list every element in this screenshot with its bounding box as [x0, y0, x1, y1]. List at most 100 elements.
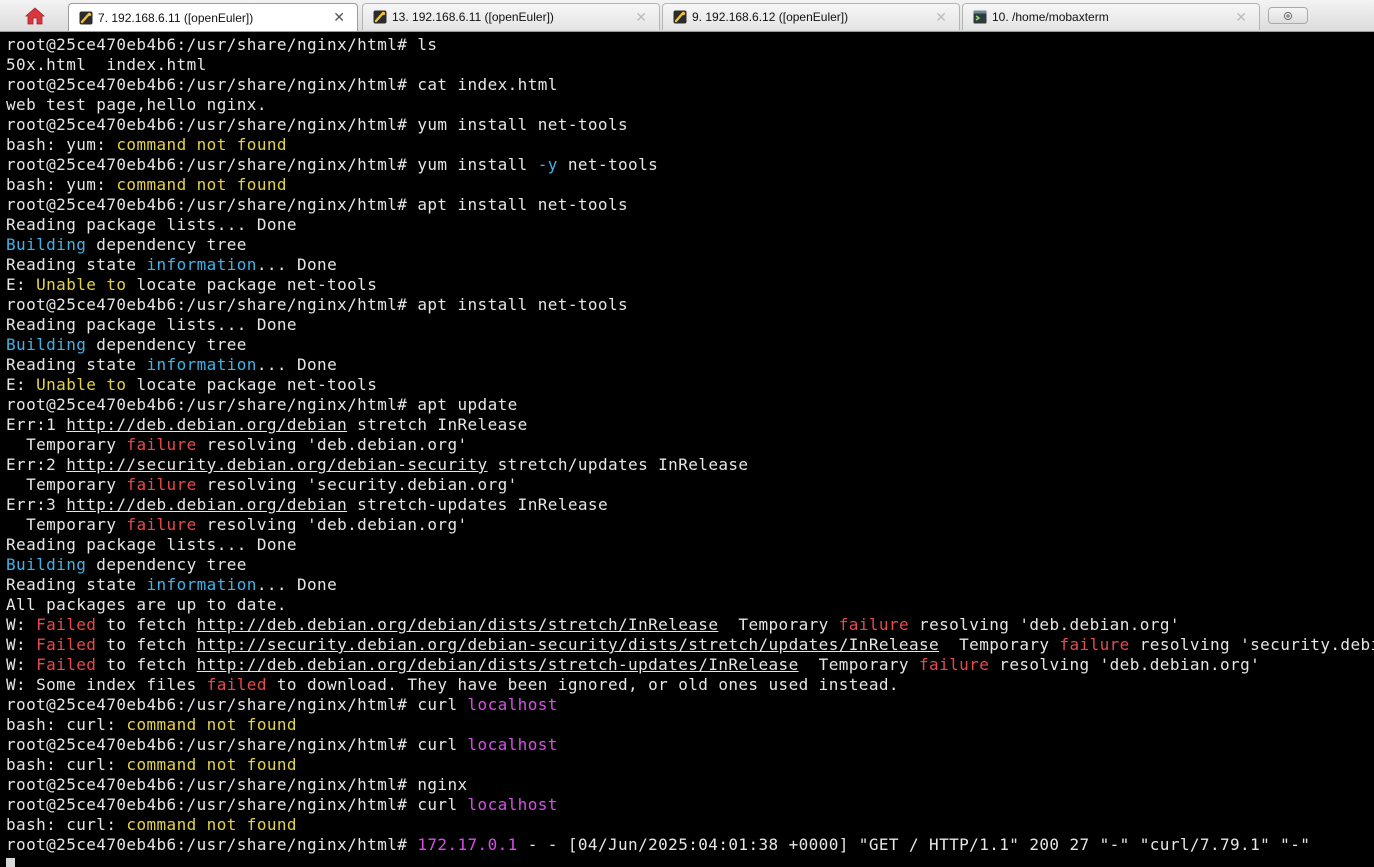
terminal-text: ... Done — [256, 355, 338, 374]
terminal-text: web test page,hello nginx. — [6, 95, 267, 114]
terminal-line: root@25ce470eb4b6:/usr/share/nginx/html#… — [6, 795, 558, 815]
terminal-line: root@25ce470eb4b6:/usr/share/nginx/html#… — [6, 35, 437, 55]
terminal-line: root@25ce470eb4b6:/usr/share/nginx/html#… — [6, 735, 558, 755]
terminal-text: Building — [6, 235, 87, 254]
terminal-text: bash: curl: — [6, 755, 127, 774]
terminal-text: Failed — [36, 635, 97, 654]
terminal-output[interactable]: root@25ce470eb4b6:/usr/share/nginx/html#… — [0, 32, 1374, 867]
terminal-text: W: Some index files — [6, 675, 207, 694]
terminal-text: root@25ce470eb4b6:/usr/share/nginx/html#… — [6, 195, 629, 214]
terminal-text: information — [146, 255, 257, 274]
terminal-text: Unable to — [36, 375, 127, 394]
terminal-text: Reading package lists... Done — [6, 535, 297, 554]
terminal-line: W: Failed to fetch http://deb.debian.org… — [6, 655, 1260, 675]
terminal-text: root@25ce470eb4b6:/usr/share/nginx/html#… — [6, 795, 468, 814]
terminal-text: Building — [6, 555, 87, 574]
new-tab-icon — [1283, 11, 1293, 20]
tab-label: 10. /home/mobaxterm — [992, 10, 1109, 24]
terminal-line — [6, 855, 15, 867]
terminal-text: ... Done — [256, 255, 338, 274]
terminal-text: Reading state — [6, 355, 147, 374]
terminal-text: Failed — [36, 615, 97, 634]
terminal-line: Temporary failure resolving 'deb.debian.… — [6, 435, 468, 455]
terminal-line: bash: yum: command not found — [6, 175, 287, 195]
terminal-text: Err:1 — [6, 415, 67, 434]
terminal-line: Err:2 http://security.debian.org/debian-… — [6, 455, 748, 475]
new-tab-button[interactable] — [1268, 7, 1308, 24]
terminal-text: root@25ce470eb4b6:/usr/share/nginx/html# — [6, 835, 418, 854]
terminal-text: root@25ce470eb4b6:/usr/share/nginx/html#… — [6, 75, 558, 94]
terminal-text: Temporary — [6, 475, 127, 494]
tab-local-terminal-10[interactable]: 10. /home/mobaxterm ✕ — [962, 3, 1260, 30]
terminal-text: to fetch — [96, 635, 197, 654]
terminal-line: Temporary failure resolving 'security.de… — [6, 475, 518, 495]
terminal-text: Temporary — [939, 635, 1060, 654]
tab-label: 9. 192.168.6.12 ([openEuler]) — [692, 10, 849, 24]
terminal-link[interactable]: http://deb.debian.org/debian — [66, 495, 347, 514]
home-icon — [25, 6, 45, 24]
terminal-text: stretch/updates InRelease — [487, 455, 749, 474]
terminal-text: command not found — [126, 715, 297, 734]
terminal-line: Err:1 http://deb.debian.org/debian stret… — [6, 415, 528, 435]
terminal-link[interactable]: http://deb.debian.org/debian — [66, 415, 347, 434]
close-icon[interactable]: ✕ — [935, 9, 947, 26]
text-cursor — [6, 858, 15, 867]
tab-session-9[interactable]: 9. 192.168.6.12 ([openEuler]) ✕ — [662, 3, 960, 30]
terminal-text: resolving 'security.debian.org' — [196, 475, 518, 494]
terminal-text: Temporary — [798, 655, 920, 674]
tab-session-7[interactable]: 7. 192.168.6.11 ([openEuler]) ✕ — [68, 3, 358, 31]
terminal-line: E: Unable to locate package net-tools — [6, 275, 377, 295]
close-icon[interactable]: ✕ — [1235, 9, 1247, 26]
terminal-text: failure — [126, 475, 197, 494]
terminal-text: dependency tree — [86, 335, 247, 354]
terminal-text: failure — [1059, 635, 1130, 654]
terminal-text: Reading package lists... Done — [6, 215, 297, 234]
terminal-line: root@25ce470eb4b6:/usr/share/nginx/html#… — [6, 115, 628, 135]
terminal-text: bash: curl: — [6, 715, 127, 734]
terminal-line: root@25ce470eb4b6:/usr/share/nginx/html#… — [6, 195, 628, 215]
close-icon[interactable]: ✕ — [333, 9, 345, 26]
close-icon[interactable]: ✕ — [635, 9, 647, 26]
terminal-line: Reading package lists... Done — [6, 215, 297, 235]
terminal-line: bash: curl: command not found — [6, 815, 297, 835]
terminal-text: 172.17.0.1 — [417, 835, 518, 854]
terminal-line: W: Failed to fetch http://security.debia… — [6, 635, 1374, 655]
terminal-text: stretch-updates InRelease — [347, 495, 608, 514]
terminal-text: information — [146, 575, 257, 594]
terminal-text: failure — [919, 655, 990, 674]
terminal-link[interactable]: http://deb.debian.org/debian/dists/stret… — [197, 655, 799, 674]
tab-session-13[interactable]: 13. 192.168.6.11 ([openEuler]) ✕ — [362, 3, 660, 30]
terminal-link[interactable]: http://deb.debian.org/debian/dists/stret… — [197, 615, 719, 634]
terminal-text: Temporary — [6, 515, 127, 534]
terminal-text: Err:3 — [6, 495, 67, 514]
terminal-text: root@25ce470eb4b6:/usr/share/nginx/html#… — [6, 35, 438, 54]
terminal-line: Reading state information... Done — [6, 255, 337, 275]
terminal-text: command not found — [126, 815, 297, 834]
terminal-text: command not found — [126, 755, 297, 774]
terminal-text: root@25ce470eb4b6:/usr/share/nginx/html#… — [6, 115, 629, 134]
terminal-link[interactable]: http://security.debian.org/debian-securi… — [197, 635, 939, 654]
terminal-text: Temporary — [718, 615, 839, 634]
terminal-text: failure — [838, 615, 909, 634]
terminal-text: W: — [6, 615, 37, 634]
tab-label: 7. 192.168.6.11 ([openEuler]) — [98, 10, 254, 25]
terminal-text: W: — [6, 635, 37, 654]
terminal-link[interactable]: http://security.debian.org/debian-securi… — [66, 455, 487, 474]
terminal-text: command not found — [116, 135, 287, 154]
terminal-text: to fetch — [96, 655, 197, 674]
terminal-line: Err:3 http://deb.debian.org/debian stret… — [6, 495, 608, 515]
terminal-line: root@25ce470eb4b6:/usr/share/nginx/html#… — [6, 295, 628, 315]
terminal-line: bash: curl: command not found — [6, 715, 297, 735]
home-tab[interactable] — [4, 2, 66, 29]
terminal-line: Building dependency tree — [6, 555, 247, 575]
terminal-text: Temporary — [6, 435, 127, 454]
terminal-text: Err:2 — [6, 455, 67, 474]
terminal-text: failure — [126, 515, 197, 534]
terminal-line: Reading package lists... Done — [6, 535, 297, 555]
terminal-text: dependency tree — [86, 235, 247, 254]
terminal-text: localhost — [467, 695, 558, 714]
terminal-text: 50x.html index.html — [6, 55, 207, 74]
terminal-text: resolving 'deb.debian.org' — [196, 435, 468, 454]
ssh-session-icon — [373, 10, 387, 24]
terminal-line: Building dependency tree — [6, 235, 247, 255]
